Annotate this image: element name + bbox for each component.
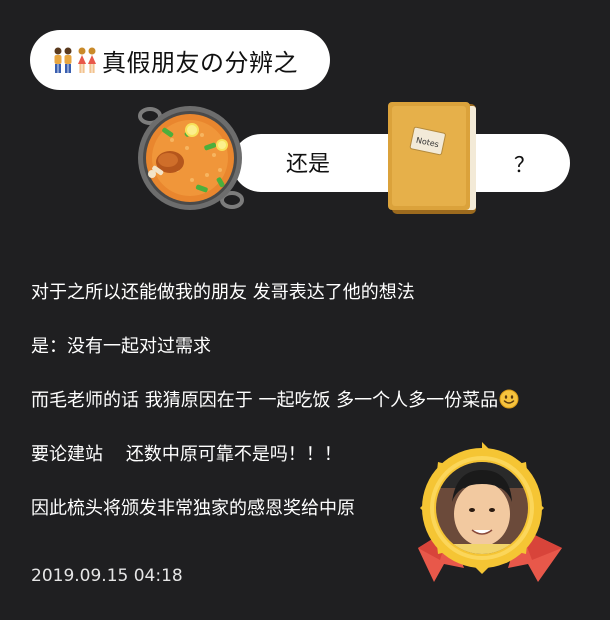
body-line-5: 因此梳头将颁发非常独家的感恩奖给中原 <box>31 498 355 519</box>
compare-word: 还是 <box>286 152 331 177</box>
notebook-icon: Notes <box>388 102 476 214</box>
post-card: 真假朋友の分辨之 还是 ？ Notes 对于之所以还能做我的朋友 发哥表达了他的… <box>0 0 610 620</box>
body-line-4: 要论建站 还数中原可靠不是吗！！！ <box>31 444 342 465</box>
couples-icon <box>52 46 98 74</box>
body-line-2: 是：没有一起对过需求 <box>31 336 211 357</box>
body-line-3: 而毛老师的话 我猜原因在于 一起吃饭 多一个人多一份菜品 <box>31 386 519 412</box>
paella-icon <box>138 106 244 210</box>
award-medal-icon <box>418 442 562 582</box>
post-timestamp: 2019.09.15 04:18 <box>31 566 183 586</box>
title-pill: 真假朋友の分辨之 <box>30 30 330 90</box>
smiley-icon <box>499 389 519 409</box>
page-title: 真假朋友の分辨之 <box>102 48 298 77</box>
question-mark: ？ <box>514 153 535 177</box>
body-line-1: 对于之所以还能做我的朋友 发哥表达了他的想法 <box>31 282 415 303</box>
body-line-3-text: 而毛老师的话 我猜原因在于 一起吃饭 多一个人多一份菜品 <box>31 390 499 411</box>
